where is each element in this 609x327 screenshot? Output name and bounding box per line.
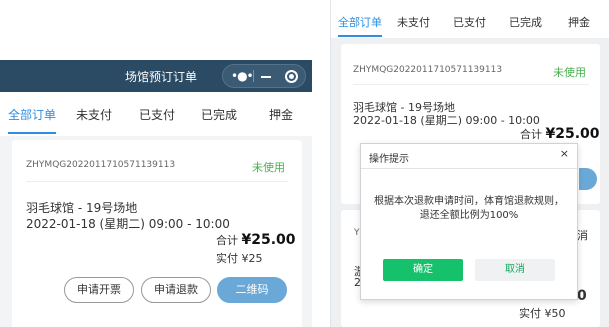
tab-all-orders[interactable]: 全部订单 [8, 106, 56, 123]
order-total: 合计 ¥25.00 [216, 232, 296, 248]
minimize-icon[interactable] [261, 76, 271, 78]
apply-invoice-button[interactable]: 申请开票 [64, 277, 134, 303]
active-tab-indicator [338, 35, 382, 37]
booking-time: 2022-01-18 (星期二) 09:00 - 10:00 [353, 114, 540, 127]
tab-completed[interactable]: 已完成 [201, 106, 237, 123]
apply-refund-button[interactable]: 申请退款 [141, 277, 211, 303]
second-total-value: 0 [577, 288, 587, 304]
tab-deposit[interactable]: 押金 [269, 106, 293, 123]
tab-unpaid[interactable]: 未支付 [397, 14, 430, 30]
capsule-separator [253, 70, 254, 82]
tab-completed[interactable]: 已完成 [509, 14, 542, 30]
more-dots-icon[interactable]: •●• [231, 69, 254, 83]
dialog-message-line-1: 根据本次退款申请时间，体育馆退款规则， [374, 196, 564, 207]
order-total: 合计 ¥25.00 [520, 126, 600, 142]
title-bar: 场馆预订订单 •●• [0, 60, 312, 92]
window-title: 场馆预订订单 [125, 70, 198, 84]
order-tabs: 全部订单 未支付 已支付 已完成 押金 [0, 92, 312, 136]
dialog-header-divider [361, 168, 577, 169]
dialog-message-line-2: 退还全额比例为100% [419, 210, 519, 221]
cancel-button[interactable]: 取消 [475, 259, 555, 281]
order-card[interactable]: ZHYMQG2022011710571139113 未使用 羽毛球馆 - 19号… [12, 140, 302, 327]
close-icon[interactable]: × [560, 147, 569, 160]
booking-time: 2022-01-18 (星期二) 09:00 - 10:00 [26, 217, 230, 231]
dialog-title: 操作提示 [369, 154, 409, 165]
close-mini-program-icon[interactable] [285, 70, 298, 83]
order-number: ZHYMQG2022011710571139113 [26, 160, 176, 170]
qrcode-button[interactable]: 二维码 [217, 277, 287, 303]
total-label: 合计 [216, 234, 238, 247]
tab-unpaid[interactable]: 未支付 [76, 106, 112, 123]
order-status: 未使用 [553, 66, 586, 79]
card-divider [26, 181, 288, 182]
left-phone-screen: 场馆预订订单 •●• 全部订单 未支付 已支付 已完成 押金 ZHYMQG202… [0, 60, 312, 327]
total-label: 合计 [520, 128, 542, 141]
second-order-status: 消 [577, 229, 588, 242]
refund-notice-dialog: 操作提示 × 根据本次退款申请时间，体育馆退款规则， 退还全额比例为100% 确… [360, 143, 578, 300]
order-status: 未使用 [252, 161, 285, 174]
tab-paid[interactable]: 已支付 [139, 106, 175, 123]
active-tab-indicator [8, 132, 56, 134]
order-number: ZHYMQG2022011710571139113 [353, 65, 503, 75]
tab-deposit[interactable]: 押金 [568, 14, 590, 30]
second-paid-amount: 实付 ¥50 [519, 307, 566, 320]
mini-program-capsule: •●• [222, 64, 306, 88]
venue-name: 羽毛球馆 - 19号场地 [26, 201, 138, 215]
dialog-message: 根据本次退款申请时间，体育馆退款规则， 退还全额比例为100% [371, 195, 567, 223]
total-value: ¥25.00 [241, 232, 296, 248]
tab-paid[interactable]: 已支付 [453, 14, 486, 30]
paid-amount: 实付 ¥25 [216, 252, 263, 265]
confirm-button[interactable]: 确定 [383, 259, 463, 281]
tab-all-orders[interactable]: 全部订单 [338, 14, 382, 30]
order-tabs-right: 全部订单 未支付 已支付 已完成 押金 [331, 0, 609, 38]
total-value: ¥25.00 [545, 126, 600, 142]
card-divider [353, 84, 589, 85]
